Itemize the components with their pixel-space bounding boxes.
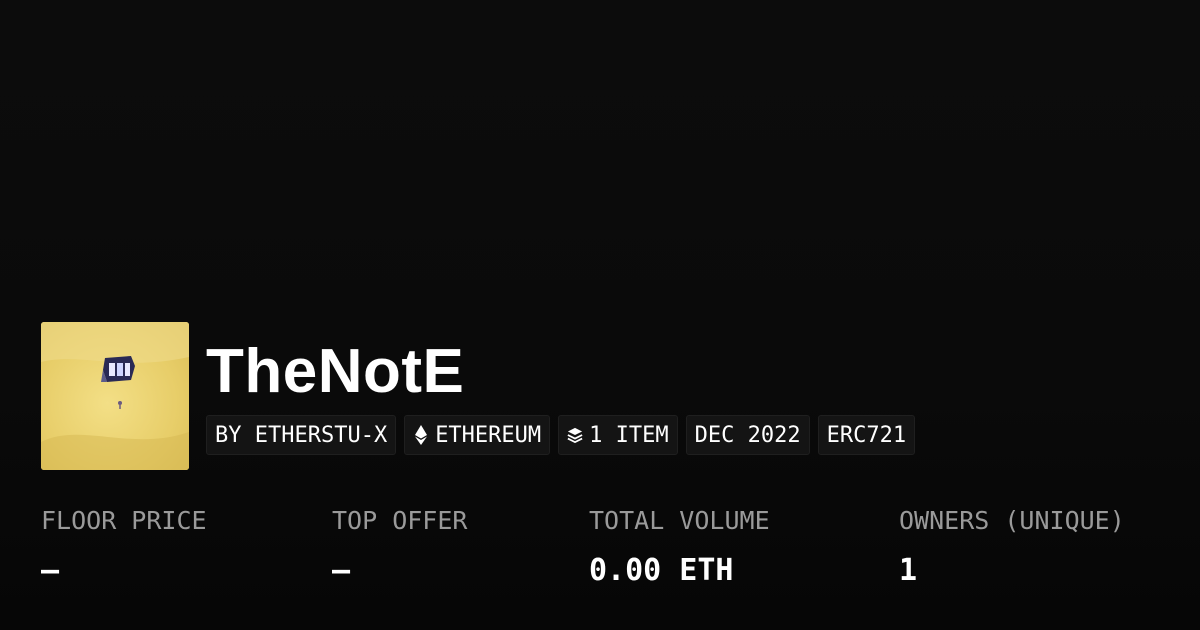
stat-total-volume-value: 0.00 ETH [589, 553, 734, 588]
creator-tag-label: BY ETHERSTU-X [215, 422, 388, 448]
chain-tag[interactable]: ETHEREUM [404, 415, 551, 455]
creator-tag[interactable]: BY ETHERSTU-X [206, 415, 397, 455]
stat-top-offer-label: TOP OFFER [332, 506, 468, 535]
stat-total-volume-label: TOTAL VOLUME [589, 506, 770, 535]
token-standard-tag-label: ERC721 [826, 422, 907, 448]
created-date-tag[interactable]: DEC 2022 [685, 415, 810, 455]
stat-owners: OWNERS (UNIQUE) 1 [899, 500, 1125, 600]
collection-tags: BY ETHERSTU-X ETHEREUM 1 ITEM DEC 2022 E… [206, 415, 916, 455]
created-date-tag-label: DEC 2022 [694, 422, 801, 448]
collection-thumbnail[interactable] [41, 322, 189, 470]
collection-title: TheNotE [206, 337, 465, 406]
stat-owners-label: OWNERS (UNIQUE) [899, 506, 1125, 535]
collection-preview-card: TheNotE BY ETHERSTU-X ETHEREUM 1 ITEM DE… [0, 0, 1200, 630]
chain-tag-label: ETHEREUM [435, 422, 542, 448]
stat-top-offer-value: — [332, 553, 351, 588]
layers-icon [567, 425, 583, 445]
stat-floor-price: FLOOR PRICE — [41, 500, 207, 600]
item-count-tag[interactable]: 1 ITEM [558, 415, 678, 455]
item-count-tag-label: 1 ITEM [589, 422, 669, 448]
collection-stats: FLOOR PRICE — TOP OFFER — TOTAL VOLUME 0… [41, 500, 1191, 600]
stat-floor-price-value: — [41, 553, 60, 588]
stat-total-volume: TOTAL VOLUME 0.00 ETH [589, 500, 770, 600]
stat-top-offer: TOP OFFER — [332, 500, 467, 600]
collection-artwork-icon [41, 322, 189, 470]
stat-owners-value: 1 [899, 553, 918, 588]
stat-floor-price-label: FLOOR PRICE [41, 506, 207, 535]
ethereum-icon [413, 425, 429, 445]
token-standard-tag[interactable]: ERC721 [817, 415, 916, 455]
